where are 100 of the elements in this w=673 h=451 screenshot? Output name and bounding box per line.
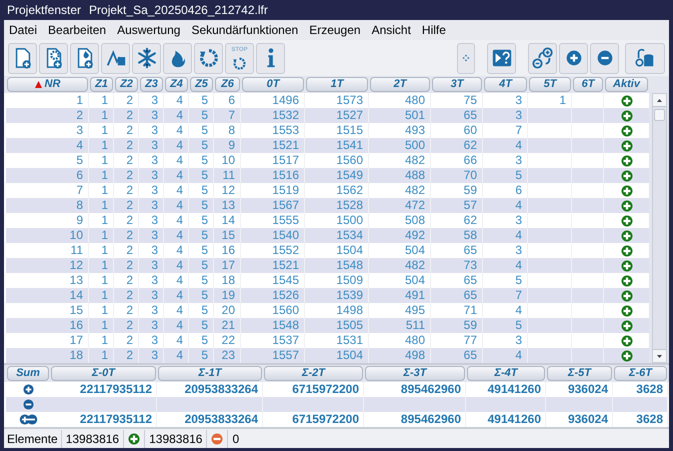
table-cell: 3 bbox=[483, 108, 528, 123]
plus-circle-icon[interactable] bbox=[620, 320, 632, 332]
table-cell: 3 bbox=[139, 348, 164, 363]
toolbar-button[interactable] bbox=[70, 42, 99, 74]
status-active-count: 13983816 bbox=[144, 430, 208, 448]
column-header[interactable]: 0T bbox=[242, 77, 304, 92]
column-header[interactable]: 1T bbox=[306, 77, 368, 92]
menu-item[interactable]: Hilfe bbox=[420, 21, 447, 39]
toolbar-button[interactable] bbox=[8, 42, 37, 74]
table-cell: 5 bbox=[189, 258, 214, 273]
table-cell: 1528 bbox=[305, 198, 369, 213]
plus-circle-icon[interactable] bbox=[620, 200, 632, 212]
table-cell: 2 bbox=[114, 348, 139, 363]
column-header[interactable]: Σ-4T bbox=[467, 366, 545, 381]
plus-circle-icon[interactable] bbox=[620, 170, 632, 182]
table-cell: 19 bbox=[214, 288, 241, 303]
table-cell: 2 bbox=[114, 288, 139, 303]
table-cell: 2 bbox=[114, 228, 139, 243]
toolbar-button[interactable] bbox=[132, 42, 161, 74]
column-header[interactable]: Aktiv bbox=[605, 77, 648, 92]
plus-circle-icon[interactable] bbox=[620, 184, 632, 196]
table-cell: 9 bbox=[214, 138, 241, 153]
column-header[interactable]: 6T bbox=[573, 77, 603, 92]
plus-circle-icon[interactable] bbox=[620, 350, 632, 362]
table-cell: 4 bbox=[483, 258, 528, 273]
plus-circle-icon[interactable] bbox=[620, 290, 632, 302]
table-cell: 17 bbox=[214, 258, 241, 273]
menu-item[interactable]: Datei bbox=[8, 21, 38, 39]
plus-circle-icon[interactable] bbox=[620, 244, 632, 256]
scroll-thumb[interactable] bbox=[654, 109, 665, 121]
plus-circle-icon[interactable] bbox=[620, 260, 632, 272]
toolbar-button[interactable] bbox=[101, 42, 130, 74]
column-header[interactable]: Z1 bbox=[90, 77, 113, 92]
toolbar-button[interactable] bbox=[625, 42, 665, 74]
table-cell: 2 bbox=[114, 258, 139, 273]
toolbar-button[interactable] bbox=[256, 42, 285, 74]
table-cell: 1549 bbox=[305, 168, 369, 183]
column-header[interactable]: Σ-6T bbox=[614, 366, 667, 381]
plus-circle-icon[interactable] bbox=[620, 214, 632, 226]
table-cell: 3 bbox=[139, 288, 164, 303]
table-cell: 3 bbox=[139, 318, 164, 333]
column-header[interactable]: Σ-1T bbox=[158, 366, 262, 381]
column-header[interactable]: NR bbox=[7, 77, 88, 92]
scroll-up-button[interactable] bbox=[653, 94, 666, 107]
table-cell: 1 bbox=[89, 228, 114, 243]
table-cell: 3 bbox=[139, 108, 164, 123]
table-cell: 1 bbox=[89, 318, 114, 333]
menu-item[interactable]: Auswertung bbox=[116, 21, 182, 39]
toolbar-button[interactable] bbox=[39, 42, 68, 74]
table-cell: 18 bbox=[6, 348, 89, 363]
table-cell: 1504 bbox=[305, 348, 369, 363]
table-cell: 2 bbox=[114, 318, 139, 333]
toolbar-button[interactable] bbox=[487, 42, 516, 74]
column-header[interactable]: 4T bbox=[484, 77, 527, 92]
toolbar-button[interactable] bbox=[194, 42, 223, 74]
column-header[interactable]: Z4 bbox=[165, 77, 188, 92]
table-cell: 7 bbox=[483, 288, 528, 303]
scroll-down-button[interactable] bbox=[653, 349, 666, 362]
menu-item[interactable]: Erzeugen bbox=[308, 21, 362, 39]
column-header[interactable]: Sum bbox=[7, 366, 49, 381]
plus-circle-icon[interactable] bbox=[620, 230, 632, 242]
plus-circle-icon[interactable] bbox=[620, 304, 632, 316]
toolbar-button[interactable] bbox=[528, 42, 557, 74]
plus-circle-icon[interactable] bbox=[620, 154, 632, 166]
column-header[interactable]: Σ-0T bbox=[51, 366, 156, 381]
table-cell: 1 bbox=[89, 258, 114, 273]
column-header[interactable]: Σ-5T bbox=[547, 366, 612, 381]
plus-circle-icon[interactable] bbox=[620, 334, 632, 346]
table-cell: 3 bbox=[139, 168, 164, 183]
table-cell: 57 bbox=[431, 198, 483, 213]
table-cell: 1540 bbox=[241, 228, 305, 243]
menu-item[interactable]: Sekundärfunktionen bbox=[190, 21, 300, 39]
plus-circle-icon[interactable] bbox=[620, 110, 632, 122]
plus-circle-icon[interactable] bbox=[620, 274, 632, 286]
table-cell: 21 bbox=[214, 318, 241, 333]
table-cell: 5 bbox=[189, 288, 214, 303]
column-header[interactable]: Σ-2T bbox=[264, 366, 363, 381]
scrollbar[interactable] bbox=[652, 93, 667, 363]
toolbar-button[interactable] bbox=[590, 42, 619, 74]
column-header[interactable]: 5T bbox=[529, 77, 571, 92]
table-cell: 3 bbox=[139, 228, 164, 243]
menu-item[interactable]: Ansicht bbox=[370, 21, 412, 39]
table-cell: 2 bbox=[114, 138, 139, 153]
table-cell: 4 bbox=[164, 198, 189, 213]
table-cell: 1557 bbox=[241, 348, 305, 363]
plus-circle-icon[interactable] bbox=[620, 124, 632, 136]
column-header[interactable]: Σ-3T bbox=[365, 366, 465, 381]
column-header[interactable]: Z5 bbox=[190, 77, 213, 92]
table-cell: 4 bbox=[164, 348, 189, 363]
menu-item[interactable]: Bearbeiten bbox=[47, 21, 108, 39]
column-header[interactable]: Z6 bbox=[215, 77, 240, 92]
toolbar-button[interactable] bbox=[559, 42, 588, 74]
plus-circle-icon[interactable] bbox=[620, 94, 632, 106]
toolbar-button[interactable] bbox=[163, 42, 192, 74]
column-header[interactable]: Z3 bbox=[140, 77, 163, 92]
table-cell: 14 bbox=[6, 288, 89, 303]
column-header[interactable]: 2T bbox=[370, 77, 430, 92]
plus-circle-icon[interactable] bbox=[620, 140, 632, 152]
column-header[interactable]: Z2 bbox=[115, 77, 138, 92]
column-header[interactable]: 3T bbox=[432, 77, 482, 92]
